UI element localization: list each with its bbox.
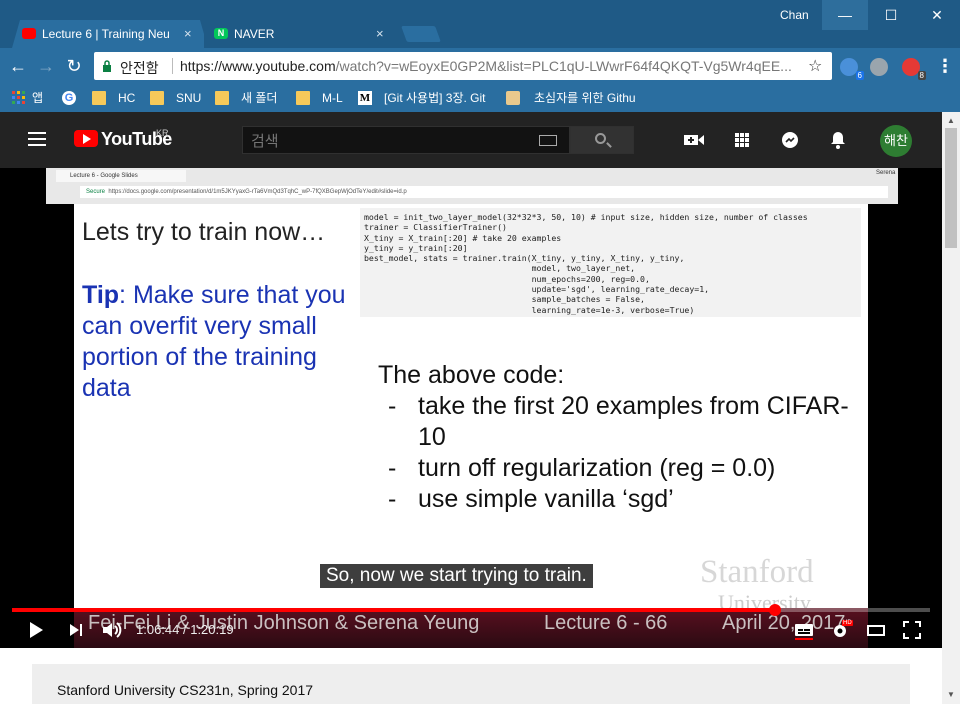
- scroll-up-arrow-icon[interactable]: ▲: [947, 116, 955, 125]
- secure-label: 안전함: [120, 60, 159, 76]
- messages-icon[interactable]: [778, 130, 802, 150]
- bookmark-star-icon[interactable]: ☆: [808, 56, 822, 76]
- folder-icon: [150, 91, 164, 105]
- naver-favicon-icon: N: [214, 28, 228, 39]
- medium-icon: M: [358, 91, 372, 105]
- progress-bar[interactable]: [12, 604, 930, 616]
- subtitle-caption: So, now we start trying to train.: [320, 564, 593, 588]
- region-label: KR: [156, 128, 169, 138]
- bullet-item: turn off regularization (reg = 0.0): [418, 454, 776, 482]
- code-line: X_tiny = X_train[:20] # take 20 examples: [364, 232, 562, 243]
- code-line: y_tiny = y_train[:20]: [364, 242, 468, 253]
- minimize-button[interactable]: —: [822, 0, 868, 30]
- video-upload-icon[interactable]: [682, 130, 706, 150]
- globe-extension-icon[interactable]: [870, 58, 888, 76]
- video-browser-user: Serena: [876, 170, 896, 176]
- code-snippet: model = init_two_layer_model(32*32*3, 50…: [360, 208, 861, 317]
- close-window-button[interactable]: ✕: [914, 0, 960, 30]
- fullscreen-icon[interactable]: [902, 620, 922, 640]
- reload-icon[interactable]: ↻: [64, 56, 84, 76]
- keyboard-icon[interactable]: [539, 135, 557, 146]
- video-player[interactable]: Lecture 6 - Google Slides Secure https:/…: [0, 168, 942, 648]
- url-path: /watch?v=wEoyxE0GP2M&list=PLC1qU-LWwrF64…: [335, 58, 792, 74]
- play-icon[interactable]: [26, 620, 46, 640]
- theater-mode-icon[interactable]: [866, 620, 886, 640]
- account-avatar[interactable]: 해찬: [880, 125, 912, 157]
- bookmarks-bar: 앱 G HC SNU 새 폴더 M-L M [Git 사용법] 3장. Git …: [0, 84, 960, 112]
- code-line: update='sgd', learning_rate_decay=1,: [364, 284, 710, 295]
- slide-title: Lets try to train now…: [82, 218, 326, 246]
- slide-footer-number: Lecture 6 - 66: [544, 612, 668, 634]
- apps-icon[interactable]: [730, 130, 754, 150]
- time-display: 1:06:44 / 1:20:19: [136, 622, 234, 637]
- youtube-logo-icon[interactable]: [74, 130, 98, 147]
- tab-youtube-lecture[interactable]: Lecture 6 | Training Neu ×: [12, 20, 208, 48]
- apps-grid-icon: [12, 91, 25, 104]
- video-browser-url: Secure https://docs.google.com/presentat…: [80, 186, 888, 198]
- code-line: learning_rate=1e-3, verbose=True): [364, 304, 695, 315]
- playlist-panel: Stanford University CS231n, Spring 2017: [32, 664, 910, 704]
- folder-icon: [296, 91, 310, 105]
- code-line: sample_batches = False,: [364, 294, 645, 305]
- shield-extension-icon[interactable]: 6: [840, 58, 864, 80]
- code-line: num_epochs=200, reg=0.0,: [364, 273, 650, 284]
- folder-icon: [215, 91, 229, 105]
- lock-icon: [103, 60, 111, 72]
- browser-titlebar: Lecture 6 | Training Neu × N NAVER × Cha…: [0, 0, 960, 48]
- url-text[interactable]: https://www.youtube.com/watch?v=wEoyxE0G…: [180, 58, 796, 74]
- hd-badge: HD: [842, 620, 853, 626]
- tab-title: Lecture 6 | Training Neu: [42, 27, 170, 41]
- video-browser-chrome: Lecture 6 - Google Slides Secure https:/…: [46, 168, 898, 204]
- volume-icon[interactable]: [100, 620, 124, 640]
- avatar-icon: [506, 91, 520, 105]
- code-line: model = init_two_layer_model(32*32*3, 50…: [364, 212, 808, 222]
- bell-icon[interactable]: [826, 130, 850, 150]
- search-button[interactable]: [570, 126, 634, 154]
- folder-icon: [92, 91, 106, 105]
- new-tab-button[interactable]: [401, 26, 441, 42]
- pocket-extension-icon[interactable]: 8: [902, 58, 926, 80]
- browser-user-name[interactable]: Chan: [780, 8, 809, 22]
- hamburger-menu-icon[interactable]: [28, 132, 46, 146]
- tab-close-icon[interactable]: ×: [376, 20, 384, 48]
- slide-footer-date: April 20, 2017: [722, 612, 846, 634]
- forward-arrow-icon[interactable]: →: [36, 56, 56, 76]
- tab-close-icon[interactable]: ×: [184, 20, 192, 48]
- scrollbar-thumb[interactable]: [945, 128, 957, 248]
- code-line: trainer = ClassifierTrainer(): [364, 222, 507, 233]
- search-field[interactable]: [242, 126, 570, 154]
- back-arrow-icon[interactable]: ←: [8, 56, 28, 76]
- omnibox-separator: [172, 58, 173, 74]
- progress-scrubber[interactable]: [768, 604, 781, 616]
- chrome-menu-icon[interactable]: ⋮: [936, 56, 954, 77]
- playlist-title[interactable]: Stanford University CS231n, Spring 2017: [57, 682, 313, 698]
- bullet-item: take the first 20 examples from CIFAR-10: [418, 392, 849, 451]
- bullet-item: use simple vanilla ‘sgd’: [418, 485, 674, 513]
- address-bar[interactable]: 안전함 https://www.youtube.com/watch?v=wEoy…: [94, 52, 832, 80]
- url-host: https://www.youtube.com: [180, 58, 336, 74]
- maximize-button[interactable]: ☐: [868, 0, 914, 30]
- video-browser-tab: Lecture 6 - Google Slides: [56, 170, 186, 182]
- google-icon: G: [62, 91, 76, 105]
- code-line: model, two_layer_net,: [364, 263, 636, 274]
- slide-tip: Tip: Make sure that you can overfit very…: [82, 281, 346, 402]
- explain-heading: The above code:: [378, 361, 565, 389]
- search-icon: [595, 133, 606, 144]
- search-input[interactable]: [251, 131, 531, 151]
- tab-title: NAVER: [234, 27, 275, 41]
- scroll-down-arrow-icon[interactable]: ▼: [947, 690, 955, 699]
- subtitles-icon[interactable]: [794, 620, 814, 640]
- stanford-watermark: Stanford: [700, 554, 814, 590]
- next-icon[interactable]: [66, 620, 86, 640]
- youtube-favicon-icon: [22, 28, 36, 39]
- progress-played: [12, 608, 775, 612]
- page-scrollbar[interactable]: ▲ ▼: [942, 112, 960, 704]
- tab-naver[interactable]: N NAVER ×: [204, 20, 400, 48]
- code-line: best_model, stats = trainer.train(X_tiny…: [364, 253, 685, 264]
